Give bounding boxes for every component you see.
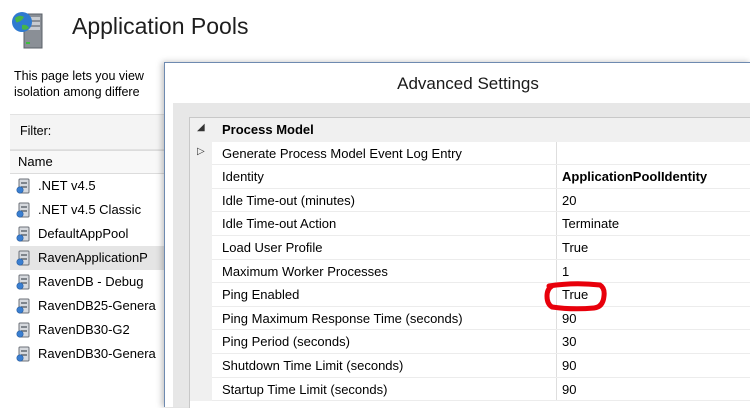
page-description: This page lets you view isolation among … xyxy=(14,68,144,100)
dialog-titlebar[interactable]: Advanced Settings xyxy=(165,63,750,103)
property-name: Ping Period (seconds) xyxy=(222,334,350,350)
row-divider xyxy=(212,400,750,402)
app-pool-row[interactable]: .NET v4.5 Classic xyxy=(10,198,170,222)
filter-label: Filter: xyxy=(20,124,52,138)
row-gutter xyxy=(190,165,212,189)
category-label: Process Model xyxy=(222,122,314,137)
column-divider xyxy=(556,188,557,213)
row-gutter xyxy=(190,354,212,378)
property-row[interactable]: Identity ApplicationPoolIdentity xyxy=(190,165,750,189)
property-name: Ping Maximum Response Time (seconds) xyxy=(222,310,463,326)
app-pool-row[interactable]: RavenDB25-Genera xyxy=(10,294,170,318)
property-value[interactable]: Terminate xyxy=(562,216,619,231)
property-value[interactable]: True xyxy=(562,240,588,255)
property-value[interactable]: 30 xyxy=(562,334,576,349)
property-name: Ping Enabled xyxy=(222,287,300,303)
advanced-settings-dialog: Advanced Settings ◢ Process Model ▷ Gener… xyxy=(164,62,750,408)
page-header: Application Pools xyxy=(0,0,750,58)
app-pool-icon xyxy=(16,298,30,314)
collapsed-triangle-icon[interactable]: ▷ xyxy=(197,146,205,157)
property-row[interactable]: Idle Time-out (minutes) 20 xyxy=(190,188,750,213)
app-pool-icon xyxy=(16,226,30,242)
app-pool-icon xyxy=(16,274,30,290)
row-gutter xyxy=(190,236,212,260)
app-pool-row[interactable]: .NET v4.5 xyxy=(10,174,170,198)
column-header-label: Name xyxy=(18,154,53,169)
server-globe-icon xyxy=(12,12,43,49)
app-pool-name: RavenDB25-Genera xyxy=(38,298,156,313)
property-row[interactable]: Shutdown Time Limit (seconds) 90 xyxy=(190,354,750,378)
property-name: Shutdown Time Limit (seconds) xyxy=(222,358,404,373)
property-name: Idle Time-out (minutes) xyxy=(222,192,355,208)
row-gutter xyxy=(190,259,212,284)
property-row[interactable]: Load User Profile True xyxy=(190,236,750,260)
app-pool-icon xyxy=(16,250,30,266)
filter-bar: Filter: xyxy=(10,114,170,150)
property-name: Load User Profile xyxy=(222,240,323,255)
property-value[interactable]: ApplicationPoolIdentity xyxy=(562,169,707,184)
column-divider xyxy=(556,165,557,189)
category-process-model[interactable]: ◢ Process Model xyxy=(190,118,750,142)
app-pool-name: .NET v4.5 xyxy=(38,178,96,193)
property-value[interactable]: 90 xyxy=(562,382,576,397)
dialog-body: ◢ Process Model ▷ Generate Process Model … xyxy=(173,103,750,408)
page-description-line2: isolation among differe xyxy=(14,85,140,99)
column-header-name[interactable]: Name xyxy=(10,150,170,174)
app-pool-name: RavenApplicationP xyxy=(38,250,148,265)
column-divider xyxy=(556,377,557,402)
property-row[interactable]: Maximum Worker Processes 1 xyxy=(190,259,750,284)
app-pool-row[interactable]: RavenApplicationP xyxy=(10,246,170,270)
property-row[interactable]: Ping Enabled True xyxy=(190,283,750,307)
app-pool-icon xyxy=(16,178,30,194)
app-pool-name: RavenDB30-Genera xyxy=(38,346,156,361)
property-value[interactable]: 90 xyxy=(562,358,576,373)
page-title: Application Pools xyxy=(72,13,249,39)
dialog-title: Advanced Settings xyxy=(397,74,539,93)
column-divider xyxy=(556,354,557,378)
app-pool-name: RavenDB - Debug xyxy=(38,274,144,289)
app-pool-icon xyxy=(16,346,30,362)
row-gutter xyxy=(190,188,212,213)
property-name: Startup Time Limit (seconds) xyxy=(222,381,388,397)
property-row[interactable]: Idle Time-out Action Terminate xyxy=(190,212,750,236)
row-gutter xyxy=(190,330,212,354)
column-divider xyxy=(556,330,557,354)
column-divider xyxy=(556,141,557,166)
property-name: Maximum Worker Processes xyxy=(222,263,388,279)
property-name: Identity xyxy=(222,169,264,185)
property-row[interactable]: Ping Maximum Response Time (seconds) 90 xyxy=(190,306,750,331)
property-row[interactable]: ▷ Generate Process Model Event Log Entry xyxy=(190,141,750,166)
row-gutter xyxy=(190,306,212,331)
property-value[interactable]: 20 xyxy=(562,193,576,208)
page-description-line1: This page lets you view xyxy=(14,69,144,83)
row-gutter xyxy=(190,283,212,307)
red-highlight-circle xyxy=(544,281,607,312)
property-value[interactable]: 1 xyxy=(562,264,569,279)
property-row[interactable]: Startup Time Limit (seconds) 90 xyxy=(190,377,750,402)
app-pool-name: .NET v4.5 Classic xyxy=(38,202,142,217)
app-pool-list: Name .NET v4.5 .NET v4.5 Classic DefaultAp… xyxy=(10,150,170,406)
property-grid: ◢ Process Model ▷ Generate Process Model … xyxy=(189,117,750,408)
column-divider xyxy=(556,236,557,260)
app-pool-icon xyxy=(16,322,30,338)
property-name: Idle Time-out Action xyxy=(222,216,337,232)
property-value[interactable]: 90 xyxy=(562,311,576,326)
app-pool-icon xyxy=(16,202,30,218)
expanded-triangle-icon[interactable]: ◢ xyxy=(197,122,205,133)
app-pool-name: RavenDB30-G2 xyxy=(38,322,130,337)
row-gutter xyxy=(190,377,212,402)
app-pool-row[interactable]: RavenDB30-G2 xyxy=(10,318,170,342)
app-pool-row[interactable]: DefaultAppPool xyxy=(10,222,170,246)
property-row[interactable]: Ping Period (seconds) 30 xyxy=(190,330,750,354)
app-pool-name: DefaultAppPool xyxy=(38,226,129,241)
column-divider xyxy=(556,212,557,236)
app-pool-row[interactable]: RavenDB30-Genera xyxy=(10,342,170,366)
property-name: Generate Process Model Event Log Entry xyxy=(222,145,462,161)
row-gutter xyxy=(190,212,212,236)
app-pool-row[interactable]: RavenDB - Debug xyxy=(10,270,170,294)
